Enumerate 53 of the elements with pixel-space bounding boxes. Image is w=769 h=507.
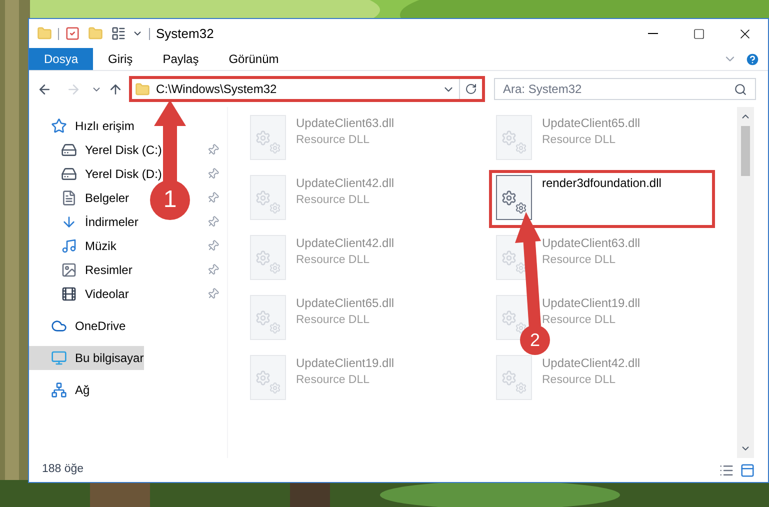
large-icons-view-icon[interactable] xyxy=(740,462,755,478)
address-field[interactable]: C:\Windows\System32 xyxy=(132,79,460,99)
properties-icon[interactable] xyxy=(65,26,80,41)
back-icon[interactable] xyxy=(37,82,52,96)
sidebar-item[interactable]: OneDrive xyxy=(51,314,130,338)
sidebar-item[interactable]: Yerel Disk (C:) xyxy=(61,138,166,162)
sidebar-item[interactable]: Videolar xyxy=(61,282,133,306)
drive-icon xyxy=(61,166,77,182)
file-type: Resource DLL xyxy=(296,313,370,328)
up-icon[interactable] xyxy=(108,82,123,96)
drive-icon xyxy=(61,142,77,158)
minimize-icon xyxy=(648,33,658,34)
file-name[interactable]: render3dfoundation.dll xyxy=(542,174,662,192)
ribbon-tab[interactable]: Paylaş xyxy=(148,48,214,70)
maximize-icon xyxy=(693,28,705,40)
sidebar-item[interactable]: İndirmeler xyxy=(61,210,142,234)
file-type: Resource DLL xyxy=(542,133,616,148)
file-type: Resource DLL xyxy=(296,193,370,208)
view-options-icon[interactable] xyxy=(111,26,126,41)
monitor-icon xyxy=(51,350,67,366)
file-type: Resource DLL xyxy=(296,373,370,388)
sidebar-item[interactable]: Ağ xyxy=(51,378,94,402)
cloud-icon xyxy=(51,318,67,334)
details-view-icon[interactable] xyxy=(719,462,734,478)
refresh-icon xyxy=(465,83,477,95)
sidebar-item[interactable]: Bu bilgisayar xyxy=(29,346,144,370)
file-type: Resource DLL xyxy=(542,313,616,328)
search-icon xyxy=(734,82,747,96)
ribbon-tab[interactable]: Dosya xyxy=(29,48,94,70)
search-field[interactable]: Ara: System32 xyxy=(494,78,756,100)
film-icon xyxy=(61,286,77,302)
star-icon xyxy=(51,118,67,134)
scrollbar[interactable] xyxy=(737,107,754,458)
ribbon-tab[interactable]: Giriş xyxy=(93,48,148,70)
folder-icon xyxy=(135,82,150,96)
network-icon xyxy=(51,382,67,398)
ribbon-tab[interactable]: Görünüm xyxy=(214,48,294,70)
help-icon[interactable] xyxy=(745,52,760,66)
document-icon xyxy=(61,190,77,206)
sidebar-item[interactable]: Resimler xyxy=(61,258,136,282)
file-type: Resource DLL xyxy=(542,373,616,388)
sidebar-item[interactable]: Müzik xyxy=(61,234,120,258)
file-type: Resource DLL xyxy=(296,253,370,268)
picture-icon xyxy=(61,262,77,278)
item-count: 188 öğe xyxy=(42,462,85,478)
file-type: Resource DLL xyxy=(542,253,616,268)
sidebar-item[interactable]: Hızlı erişim xyxy=(51,114,138,138)
sidebar-item[interactable]: Belgeler xyxy=(61,186,134,210)
window-title: System32 xyxy=(156,24,214,43)
file-type: Resource DLL xyxy=(296,133,370,148)
music-note-icon xyxy=(61,238,77,254)
download-icon xyxy=(61,214,77,230)
scroll-thumb[interactable] xyxy=(741,126,750,176)
